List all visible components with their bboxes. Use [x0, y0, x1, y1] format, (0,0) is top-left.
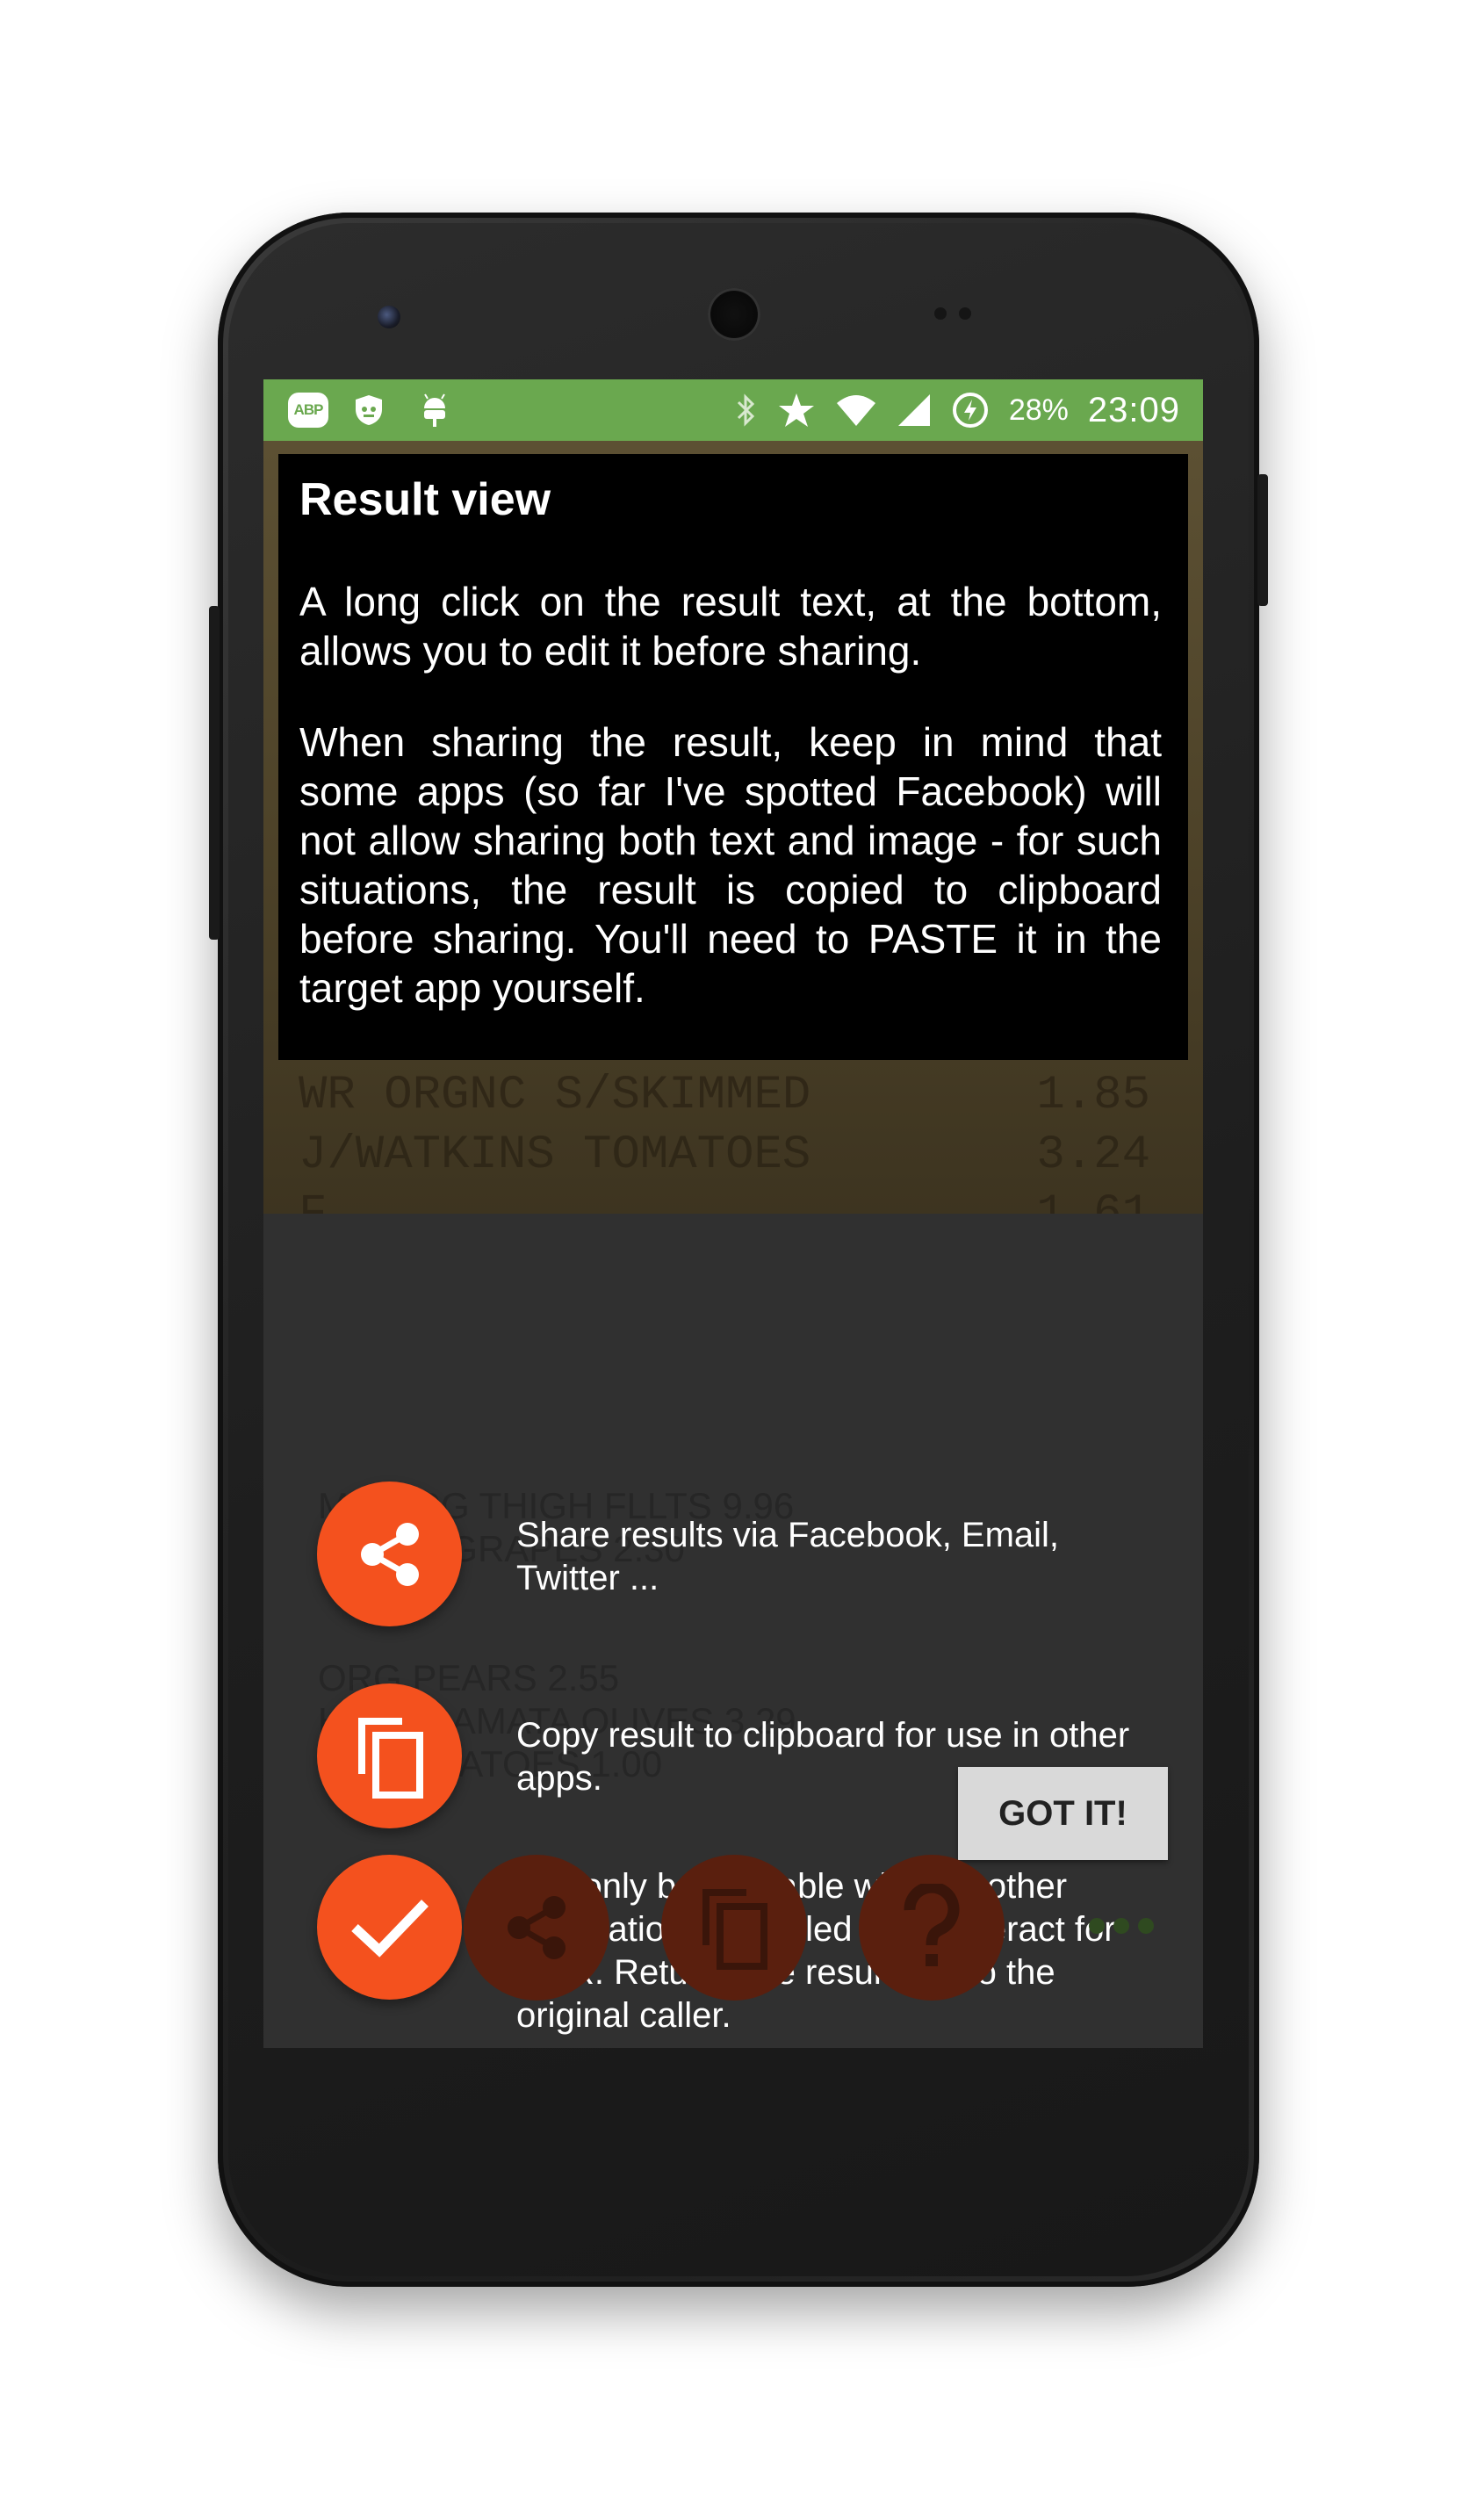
battery-percent: 28% — [1008, 393, 1069, 427]
wifi-icon — [836, 395, 875, 426]
got-it-button[interactable]: GOT IT! — [958, 1767, 1168, 1860]
earpiece-speaker — [708, 288, 760, 341]
check-icon — [350, 1899, 429, 1957]
help-icon — [904, 1884, 960, 1966]
card-title: Result view — [299, 474, 551, 525]
volume-button — [209, 606, 220, 940]
copy-icon — [702, 1889, 767, 1970]
adblock-icon: ABP — [288, 393, 328, 428]
light-sensor — [959, 307, 971, 320]
screen: ABP 28% 23:09 WR ORGNC S/SKIMMED 1.85 J/… — [263, 379, 1203, 2048]
copy-icon — [357, 1717, 423, 1799]
shield-icon — [351, 393, 386, 428]
help-card: Result view A long click on the result t… — [278, 454, 1188, 1060]
copy-button[interactable] — [317, 1683, 462, 1828]
bottom-help-button — [859, 1855, 1005, 2001]
share-icon — [508, 1896, 566, 1959]
overflow-menu-icon — [1089, 1918, 1154, 1934]
android-debug-icon — [417, 393, 452, 428]
bottom-copy-button — [661, 1855, 807, 2001]
receipt-line: WR ORGNC S/SKIMMED 1.85 — [299, 1069, 1150, 1122]
card-paragraph: When sharing the result, keep in mind th… — [299, 719, 1162, 1011]
receipt-line: J/WATKINS TOMATOES 3.24 — [299, 1128, 1150, 1182]
share-icon — [360, 1522, 419, 1586]
bluetooth-icon — [737, 393, 754, 427]
power-button — [1257, 474, 1268, 606]
card-paragraph: A long click on the result text, at the … — [299, 579, 1162, 674]
return-result-description: Will only be available when another appl… — [516, 1867, 1116, 2035]
share-description: Share results via Facebook, Email, Twitt… — [516, 1516, 1060, 1597]
star-icon — [778, 393, 814, 427]
signal-icon — [897, 394, 930, 426]
proximity-sensor — [934, 307, 947, 320]
share-button[interactable] — [317, 1482, 462, 1626]
front-camera — [378, 306, 400, 328]
clock: 23:09 — [1087, 390, 1180, 429]
battery-charging-icon — [952, 393, 988, 428]
status-icons: 28% 23:09 — [735, 379, 1180, 441]
status-bar: ABP 28% 23:09 — [263, 379, 1203, 441]
return-result-button[interactable] — [317, 1855, 462, 2000]
bottom-share-button — [464, 1855, 609, 2001]
